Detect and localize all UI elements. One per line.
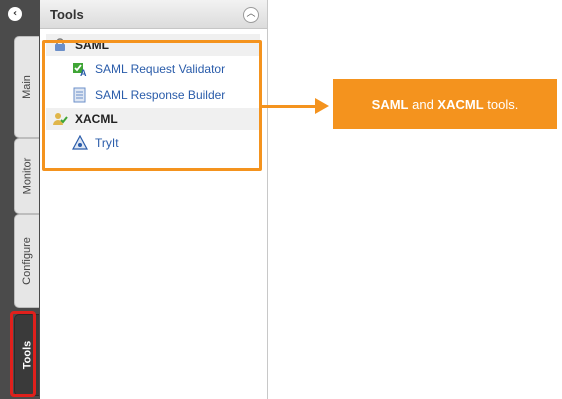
tab-monitor[interactable]: Monitor <box>14 138 39 214</box>
collapse-panel-button[interactable]: ︿ <box>243 7 259 23</box>
callout-arrow-head <box>315 98 329 114</box>
callout-arrow-line <box>262 105 317 108</box>
collapse-menu-button[interactable]: ‹ <box>8 7 22 21</box>
tab-configure-label: Configure <box>21 237 34 285</box>
callout-saml: SAML <box>371 96 409 112</box>
chevron-up-icon: ︿ <box>246 9 256 19</box>
callout-box: SAML and XACML tools. <box>333 79 557 129</box>
callout-tools: tools. <box>483 96 519 112</box>
panel-header: Tools ︿ <box>40 0 267 29</box>
tab-main-label: Main <box>21 75 33 99</box>
callout-xacml: XACML <box>437 96 484 112</box>
tab-main[interactable]: Main <box>14 36 39 138</box>
panel-title: Tools <box>50 7 84 22</box>
tools-tab-highlight <box>10 311 36 397</box>
callout-and: and <box>408 96 438 112</box>
tab-monitor-label: Monitor <box>21 157 33 195</box>
tools-highlight-box <box>42 40 262 171</box>
side-tab-strip: ‹ Main Monitor Configure Tools <box>0 0 40 399</box>
tab-configure[interactable]: Configure <box>14 214 39 308</box>
